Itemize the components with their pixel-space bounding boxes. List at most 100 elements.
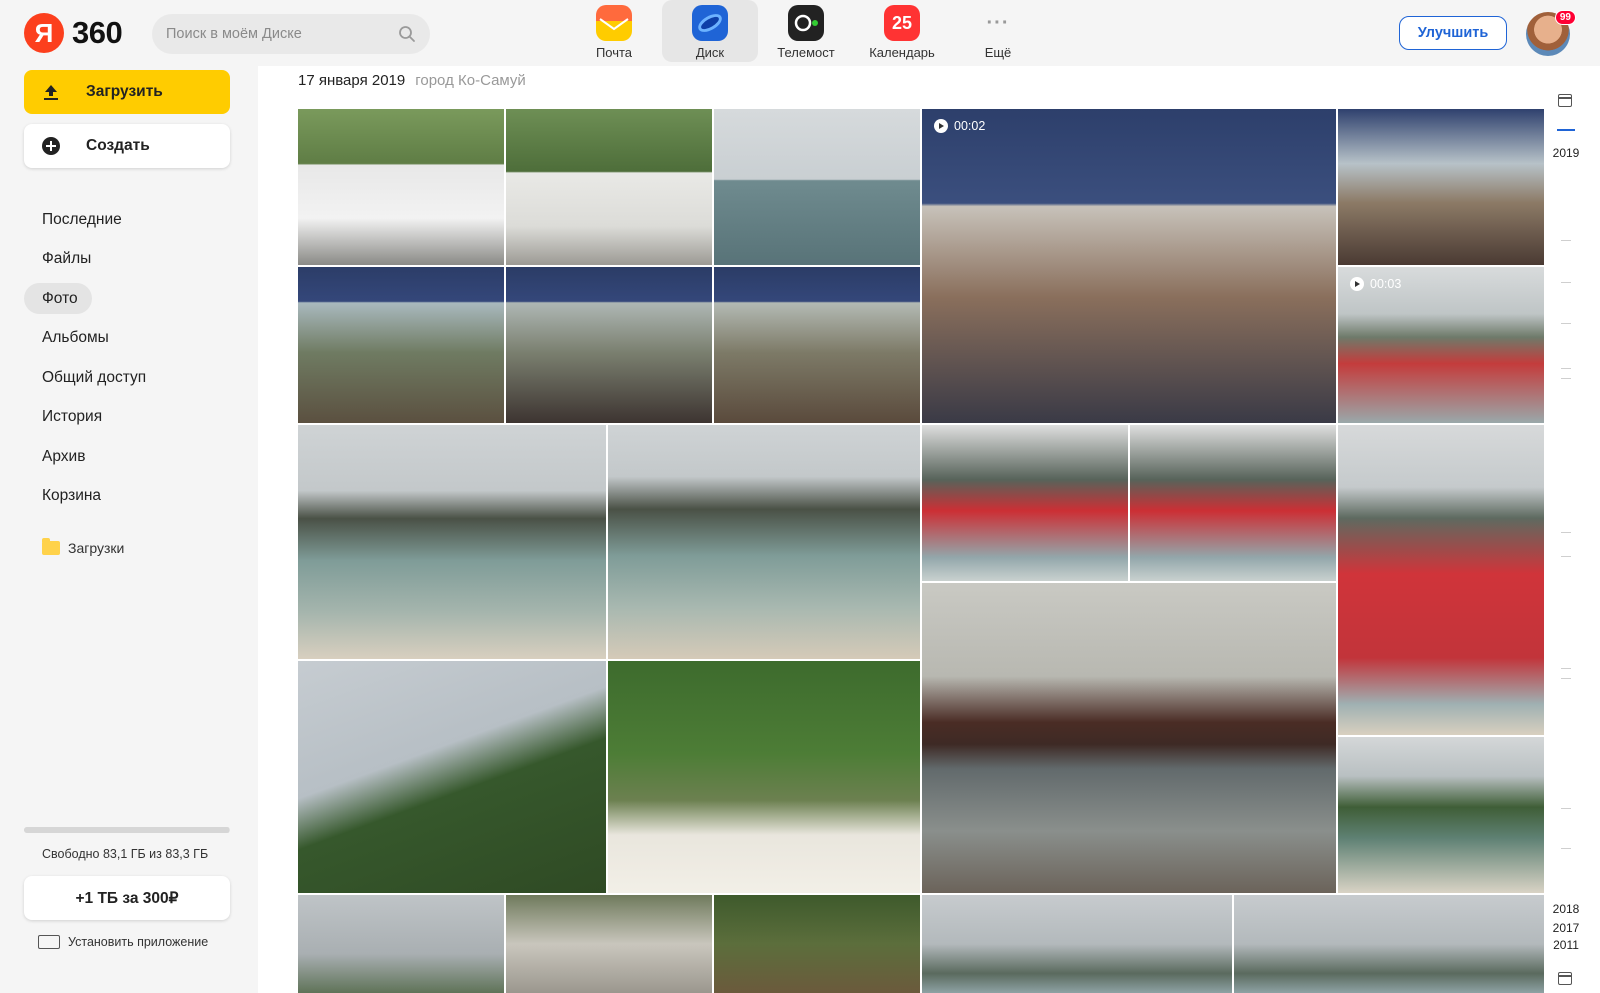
timeline-tick [1561, 368, 1571, 369]
create-button[interactable]: Создать [24, 124, 230, 168]
yandex-logo-icon: Я [24, 13, 64, 53]
top-header: Я 360 Поиск в моём Диске Почта Диск Теле… [0, 0, 1600, 66]
video-duration: 00:03 [1370, 277, 1402, 291]
create-label: Создать [86, 137, 150, 154]
photo-thumbnail[interactable] [1338, 737, 1544, 893]
storage-bar [24, 827, 230, 833]
timeline-tick [1561, 848, 1571, 849]
photo-thumbnail[interactable] [922, 583, 1336, 893]
group-date: 17 января 2019 [298, 72, 406, 89]
sidebar-item-files[interactable]: Файлы [24, 244, 105, 275]
video-duration-badge: 00:02 [934, 119, 985, 133]
photo-thumbnail[interactable] [506, 267, 712, 423]
calendar-icon: 25 [884, 5, 920, 41]
laptop-icon [38, 935, 60, 949]
photo-thumbnail[interactable] [608, 425, 920, 659]
folder-downloads[interactable]: Загрузки [42, 538, 125, 556]
photo-thumbnail[interactable] [1130, 425, 1336, 581]
service-disk-label: Диск [695, 45, 725, 60]
timeline-tick [1561, 240, 1571, 241]
notification-badge: 99 [1554, 10, 1576, 25]
sidebar-nav: Последние Файлы Фото Альбомы Общий досту… [24, 204, 234, 520]
service-telemost[interactable]: Телемост [758, 0, 854, 62]
calendar-icon[interactable] [1558, 94, 1572, 107]
upgrade-button[interactable]: Улучшить [1399, 16, 1507, 50]
service-mail-label: Почта [595, 45, 633, 60]
photo-thumbnail[interactable] [608, 661, 920, 893]
install-app-label: Установить приложение [68, 935, 209, 949]
mail-icon [596, 5, 632, 41]
photo-thumbnail[interactable] [506, 895, 712, 993]
service-calendar[interactable]: 25 Календарь [854, 0, 950, 62]
plus-circle-icon [40, 135, 62, 157]
photo-thumbnail[interactable] [714, 109, 920, 265]
photo-thumbnail[interactable] [714, 267, 920, 423]
timeline-year[interactable]: 2018 [1553, 902, 1580, 916]
upload-icon [40, 81, 62, 103]
timeline-year[interactable]: 2011 [1553, 938, 1579, 952]
avatar[interactable]: 99 [1526, 10, 1576, 56]
photo-thumbnail[interactable] [298, 109, 504, 265]
photo-thumbnail[interactable] [714, 895, 920, 993]
play-icon [934, 119, 948, 133]
photo-thumbnail[interactable] [506, 109, 712, 265]
sidebar-item-recent[interactable]: Последние [24, 204, 136, 235]
photo-thumbnail[interactable] [1234, 895, 1544, 993]
timeline-scrubber[interactable]: 2019 2018 2017 2011 [1545, 66, 1600, 993]
storage-fill [24, 827, 230, 833]
storage-text: Свободно 83,1 ГБ из 83,3 ГБ [42, 847, 209, 861]
calendar-icon[interactable] [1558, 972, 1572, 985]
timeline-tick [1561, 678, 1571, 679]
video-thumbnail[interactable]: 00:02 [922, 109, 1336, 423]
sidebar: Загрузить Создать Последние Файлы Фото А… [0, 66, 258, 993]
folder-icon [42, 538, 60, 555]
more-icon: ··· [986, 11, 1010, 34]
photo-thumbnail[interactable] [1338, 109, 1544, 265]
timeline-year[interactable]: 2019 [1553, 146, 1580, 160]
timeline-current-marker [1557, 129, 1575, 131]
photo-group-header: 17 января 2019 город Ко-Самуй [298, 72, 526, 89]
photo-thumbnail[interactable] [922, 895, 1232, 993]
upload-button[interactable]: Загрузить [24, 70, 230, 114]
photo-thumbnail[interactable] [298, 661, 606, 893]
service-mail[interactable]: Почта [566, 0, 662, 62]
sidebar-item-history[interactable]: История [24, 402, 116, 433]
buy-storage-button[interactable]: +1 ТБ за 300₽ [24, 876, 230, 920]
service-more-label: Ещё [984, 45, 1012, 60]
timeline-tick [1561, 282, 1571, 283]
folder-downloads-label: Загрузки [68, 540, 125, 556]
install-app-link[interactable]: Установить приложение [38, 935, 208, 949]
sidebar-item-trash[interactable]: Корзина [24, 481, 115, 512]
photo-thumbnail[interactable] [922, 425, 1128, 581]
video-duration: 00:02 [954, 119, 986, 133]
search-input[interactable]: Поиск в моём Диске [166, 26, 398, 42]
service-disk[interactable]: Диск [662, 0, 758, 62]
service-calendar-label: Календарь [869, 45, 935, 60]
timeline-year[interactable]: 2017 [1553, 921, 1580, 935]
photo-thumbnail[interactable] [1338, 425, 1544, 735]
sidebar-item-archive[interactable]: Архив [24, 441, 99, 472]
logo-360-text: 360 [72, 15, 123, 50]
photo-thumbnail[interactable] [298, 425, 606, 659]
group-place: город Ко-Самуй [415, 72, 526, 89]
services-menu: Почта Диск Телемост 25 Календарь ··· Ещё [566, 0, 1046, 66]
service-telemost-label: Телемост [777, 45, 835, 60]
timeline-tick [1561, 378, 1571, 379]
video-thumbnail[interactable]: 00:03 [1338, 267, 1544, 423]
timeline-tick [1561, 668, 1571, 669]
sidebar-item-photo[interactable]: Фото [24, 283, 92, 314]
service-more[interactable]: ··· Ещё [950, 0, 1046, 62]
timeline-tick [1561, 323, 1571, 324]
photo-thumbnail[interactable] [298, 267, 504, 423]
upload-label: Загрузить [86, 83, 163, 100]
sidebar-item-shared[interactable]: Общий доступ [24, 362, 160, 393]
photo-thumbnail[interactable] [298, 895, 504, 993]
sidebar-item-albums[interactable]: Альбомы [24, 323, 123, 354]
yandex-360-logo[interactable]: Я 360 [24, 13, 123, 53]
search-icon[interactable] [398, 25, 416, 43]
search-box[interactable]: Поиск в моём Диске [152, 14, 430, 54]
disk-icon [692, 5, 728, 41]
timeline-tick [1561, 556, 1571, 557]
play-icon [1350, 277, 1364, 291]
timeline-tick [1561, 532, 1571, 533]
